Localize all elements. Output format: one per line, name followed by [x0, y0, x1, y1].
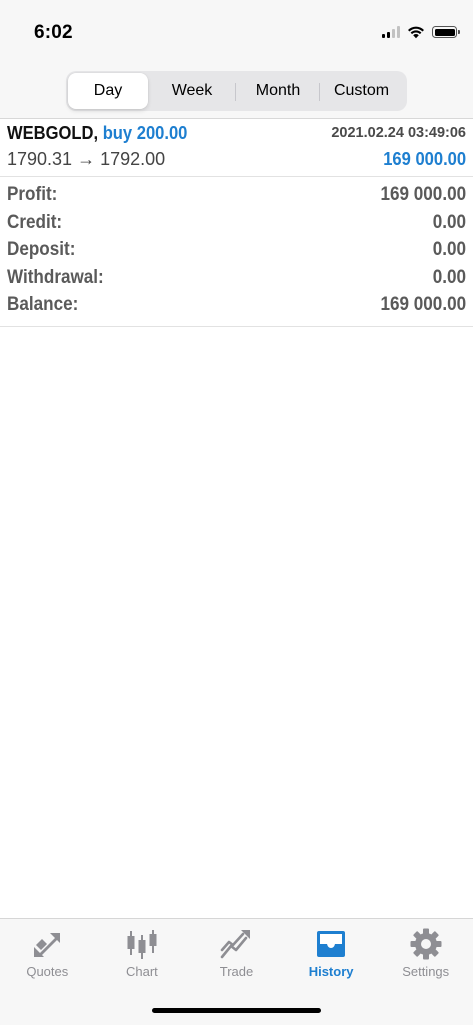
tab-label: Chart	[125, 964, 158, 979]
trade-icon	[221, 930, 251, 959]
deal-row[interactable]: WEBGOLD, buy 200.00 2021.02.24 03:49:06 …	[0, 119, 473, 177]
summary-row-balance: Balance: 169 000.00	[0, 292, 473, 320]
status-icons	[382, 25, 460, 39]
tab-label: Trade	[219, 964, 254, 979]
tab-history[interactable]: History	[284, 919, 379, 989]
status-bar: 6:02	[0, 0, 473, 62]
summary-value: 169 000.00	[380, 184, 466, 205]
summary-label: Profit:	[7, 184, 58, 205]
candlestick-chart-icon	[127, 930, 157, 959]
cellular-signal-icon	[382, 26, 400, 38]
tab-trade[interactable]: Trade	[189, 919, 284, 989]
summary-row-withdrawal: Withdrawal: 0.00	[0, 265, 473, 293]
tab-label: History	[308, 964, 354, 979]
summary-label: Withdrawal:	[7, 266, 104, 288]
summary-row-credit: Credit: 0.00	[0, 210, 473, 238]
quotes-icon	[34, 933, 61, 957]
summary-label: Balance:	[7, 294, 79, 316]
period-tab-custom[interactable]: Custom	[320, 73, 403, 109]
summary-value: 0.00	[432, 266, 466, 288]
deal-prices: 1790.31 → 1792.00	[7, 149, 166, 169]
tab-bar: Quotes Chart Trade History Settings	[0, 918, 473, 1025]
period-header: Day Week Month Custom	[0, 62, 473, 119]
home-indicator[interactable]	[152, 1008, 321, 1013]
tab-label: Quotes	[26, 964, 69, 979]
deal-symbol: WEBGOLD,	[7, 123, 99, 143]
period-tab-week[interactable]: Week	[148, 73, 236, 109]
summary-row-profit: Profit: 169 000.00	[0, 182, 473, 210]
status-time: 6:02	[34, 22, 73, 43]
period-tab-label: Day	[93, 82, 123, 99]
tab-quotes[interactable]: Quotes	[0, 919, 95, 989]
period-segmented-control: Day Week Month Custom	[66, 71, 407, 111]
history-inbox-icon	[317, 931, 346, 957]
summary-row-deposit: Deposit: 0.00	[0, 237, 473, 265]
tab-settings[interactable]: Settings	[378, 919, 473, 989]
summary-label: Deposit:	[7, 239, 76, 261]
account-summary: Profit: 169 000.00 Credit: 0.00 Deposit:…	[0, 182, 473, 327]
gear-icon	[410, 928, 442, 960]
summary-label: Credit:	[7, 211, 63, 233]
summary-value: 169 000.00	[380, 294, 466, 316]
period-tab-label: Month	[255, 82, 301, 99]
deal-symbol-line: WEBGOLD, buy 200.00	[7, 123, 187, 144]
tab-chart[interactable]: Chart	[95, 919, 190, 989]
summary-value: 0.00	[432, 211, 466, 233]
tab-label: Settings	[402, 964, 450, 979]
deal-action: buy 200.00	[102, 123, 188, 143]
wifi-icon	[408, 26, 424, 39]
period-tab-month[interactable]: Month	[236, 73, 320, 109]
deal-profit: 169 000.00	[383, 149, 466, 169]
deal-datetime: 2021.02.24 03:49:06	[331, 125, 466, 141]
battery-icon	[432, 26, 460, 38]
period-tab-label: Week	[171, 82, 213, 99]
period-tab-day[interactable]: Day	[68, 73, 148, 109]
summary-value: 0.00	[432, 239, 466, 261]
period-tab-label: Custom	[333, 82, 390, 99]
